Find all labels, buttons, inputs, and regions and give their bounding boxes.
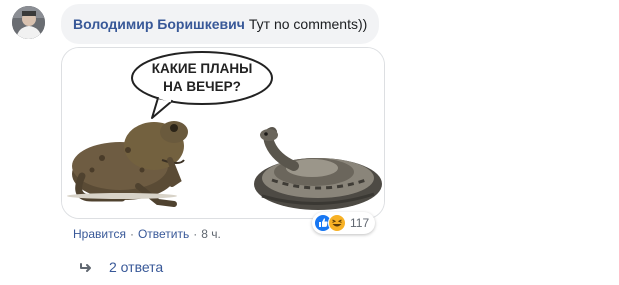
reply-arrow-icon bbox=[80, 260, 94, 274]
reply-button[interactable]: Ответить bbox=[138, 226, 189, 242]
comment-bubble: Володимир Боришкевич Тут no comments)) bbox=[61, 4, 380, 44]
separator-dot: · bbox=[193, 227, 198, 241]
comment-timestamp[interactable]: 8 ч. bbox=[201, 226, 221, 242]
separator-dot: · bbox=[129, 227, 134, 241]
comment-image-attachment[interactable]: КАКИЕ ПЛАНЫ НА ВЕЧЕР? bbox=[61, 47, 385, 219]
reactions-count: 117 bbox=[350, 216, 370, 230]
reactions-summary[interactable]: 117 bbox=[312, 212, 376, 234]
avatar[interactable] bbox=[12, 6, 45, 39]
speech-bubble-line-2: НА ВЕЧЕР? bbox=[163, 79, 241, 94]
comment-actions: Нравится · Ответить · 8 ч. bbox=[73, 226, 221, 242]
avatar-photo bbox=[12, 6, 45, 39]
haha-icon bbox=[328, 214, 346, 232]
comment-text: Тут no comments)) bbox=[248, 16, 368, 32]
meme-image: КАКИЕ ПЛАНЫ НА ВЕЧЕР? bbox=[62, 48, 384, 218]
speech-bubble-line-1: КАКИЕ ПЛАНЫ bbox=[152, 61, 253, 76]
replies-count-label[interactable]: 2 ответа bbox=[109, 259, 163, 275]
view-replies-link[interactable]: 2 ответа bbox=[80, 259, 163, 275]
like-button[interactable]: Нравится bbox=[73, 226, 126, 242]
comment-author-link[interactable]: Володимир Боришкевич bbox=[73, 15, 245, 33]
